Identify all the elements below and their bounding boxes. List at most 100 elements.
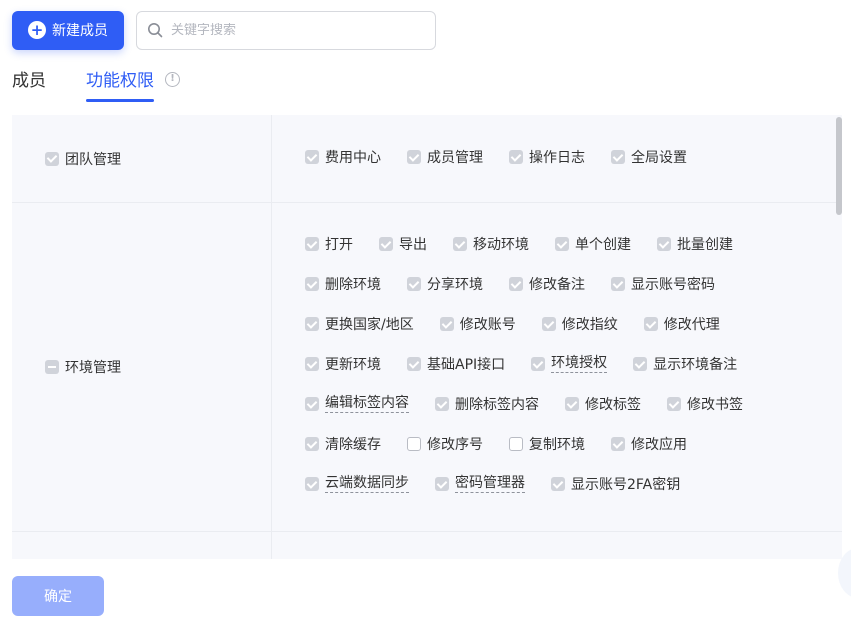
- permission-option[interactable]: 修改账号: [439, 314, 516, 334]
- option-label: 复制环境: [529, 437, 585, 453]
- permission-option[interactable]: 修改应用: [611, 434, 687, 454]
- checkbox[interactable]: [407, 437, 421, 451]
- permission-option[interactable]: 导出: [379, 234, 427, 254]
- checkbox[interactable]: [551, 477, 565, 491]
- scrollbar-thumb[interactable]: [836, 117, 842, 215]
- checkbox[interactable]: [407, 150, 421, 164]
- option-label: 成员管理: [427, 150, 483, 166]
- option-row: 编辑标签内容 删除标签内容 修改标签 修改书签: [305, 384, 822, 424]
- option-row: 打开 导出 移动环境 单个创建 批量创建: [305, 224, 822, 264]
- permission-option[interactable]: 修改书签: [667, 394, 743, 414]
- tab-members[interactable]: 成员: [12, 68, 46, 102]
- checkbox[interactable]: [509, 150, 523, 164]
- permission-option[interactable]: 成员管理: [407, 147, 483, 167]
- option-label: 编辑标签内容: [325, 395, 409, 413]
- checkbox[interactable]: [657, 237, 671, 251]
- permission-option[interactable]: 打开: [305, 234, 353, 254]
- tab-permissions[interactable]: 功能权限: [86, 68, 154, 102]
- permission-option[interactable]: 显示账号密码: [611, 274, 715, 294]
- permission-option[interactable]: 密码管理器: [435, 475, 525, 493]
- option-label: 打开: [325, 237, 353, 253]
- checkbox[interactable]: [439, 317, 454, 331]
- permission-option[interactable]: 显示环境备注: [633, 354, 737, 374]
- permission-option[interactable]: 基础API接口: [407, 354, 505, 374]
- option-row: 更换国家/地区 修改账号 修改指纹 修改代理: [305, 304, 822, 344]
- checkbox[interactable]: [45, 151, 59, 166]
- search-box[interactable]: [136, 10, 436, 50]
- checkbox[interactable]: [379, 237, 393, 251]
- permission-option[interactable]: 清除缓存: [305, 434, 381, 454]
- option-label: 单个创建: [575, 237, 631, 253]
- checkbox[interactable]: [531, 357, 546, 371]
- checkbox[interactable]: [565, 397, 579, 411]
- checkbox[interactable]: [305, 317, 319, 331]
- checkbox[interactable]: [435, 477, 449, 491]
- option-row: 删除环境 分享环境 修改备注 显示账号密码: [305, 264, 822, 304]
- permission-group-team: 团队管理 费用中心 成员管理 操作日志 全局设置: [12, 115, 842, 203]
- checkbox[interactable]: [305, 150, 319, 164]
- search-icon: [148, 23, 163, 38]
- checkbox[interactable]: [611, 437, 625, 451]
- option-row: 清除缓存 修改序号 复制环境 修改应用: [305, 424, 822, 464]
- checkbox[interactable]: [305, 277, 319, 291]
- checkbox[interactable]: [305, 357, 319, 371]
- permission-option[interactable]: 分享环境: [407, 274, 483, 294]
- permission-option[interactable]: 更新环境: [305, 354, 381, 374]
- checkbox[interactable]: [555, 237, 569, 251]
- option-row: 更新环境 基础API接口 环境授权 显示环境备注: [305, 344, 822, 384]
- option-label: 批量创建: [677, 237, 733, 253]
- confirm-button[interactable]: 确定: [12, 576, 104, 616]
- permission-option[interactable]: 环境授权: [531, 355, 608, 373]
- option-label: 分享环境: [427, 277, 483, 293]
- permission-option[interactable]: 全局设置: [611, 147, 687, 167]
- info-icon[interactable]: !: [165, 72, 180, 87]
- checkbox[interactable]: [541, 317, 556, 331]
- permission-option[interactable]: 修改序号: [407, 434, 483, 454]
- checkbox[interactable]: [611, 150, 625, 164]
- checkbox[interactable]: [45, 360, 59, 374]
- permission-group-environment: 环境管理 打开 导出 移动环境 单个创建 批量创建删除环境 分享环境 修改备注 显示账号密码更…: [12, 203, 842, 532]
- permission-option[interactable]: 批量创建: [657, 234, 733, 254]
- permission-option[interactable]: 删除环境: [305, 274, 381, 294]
- checkbox[interactable]: [407, 357, 421, 371]
- checkbox[interactable]: [633, 357, 648, 371]
- checkbox[interactable]: [305, 397, 319, 411]
- checkbox[interactable]: [305, 477, 319, 491]
- permission-option[interactable]: 删除标签内容: [435, 394, 539, 414]
- checkbox[interactable]: [305, 437, 319, 451]
- checkbox[interactable]: [453, 237, 467, 251]
- checkbox[interactable]: [435, 397, 449, 411]
- tab-bar: 成员 功能权限: [12, 68, 154, 102]
- permission-option[interactable]: 移动环境: [453, 234, 529, 254]
- permission-option[interactable]: 修改代理: [643, 314, 720, 334]
- permission-option[interactable]: 修改备注: [509, 274, 585, 294]
- permission-option[interactable]: 修改指纹: [541, 314, 618, 334]
- permission-option[interactable]: 费用中心: [305, 147, 381, 167]
- checkbox[interactable]: [667, 397, 681, 411]
- permission-option[interactable]: 单个创建: [555, 234, 631, 254]
- checkbox[interactable]: [643, 317, 658, 331]
- permission-option[interactable]: 更换国家/地区: [305, 314, 414, 334]
- permission-option[interactable]: 编辑标签内容: [305, 395, 409, 413]
- checkbox[interactable]: [611, 277, 625, 291]
- option-row: 费用中心 成员管理 操作日志 全局设置: [305, 137, 822, 177]
- checkbox[interactable]: [407, 277, 421, 291]
- search-input[interactable]: [171, 22, 425, 38]
- permission-option[interactable]: 云端数据同步: [305, 475, 409, 493]
- option-label: 修改标签: [585, 397, 641, 413]
- group-checkbox-environment[interactable]: 环境管理: [45, 357, 121, 377]
- permission-option[interactable]: 操作日志: [509, 147, 585, 167]
- checkbox[interactable]: [509, 437, 523, 451]
- option-label: 修改应用: [631, 437, 687, 453]
- checkbox[interactable]: [509, 277, 523, 291]
- permission-option[interactable]: 复制环境: [509, 434, 585, 454]
- checkbox[interactable]: [305, 237, 319, 251]
- permission-option[interactable]: 显示账号2FA密钥: [551, 474, 680, 494]
- permissions-panel: 团队管理 费用中心 成员管理 操作日志 全局设置 环境管理 打开 导出 移动环境 单个创建 批…: [12, 115, 842, 559]
- group-checkbox-team[interactable]: 团队管理: [45, 149, 121, 169]
- permission-option[interactable]: 修改标签: [565, 394, 641, 414]
- option-label: 修改书签: [687, 397, 743, 413]
- new-member-button[interactable]: + 新建成员: [12, 10, 124, 50]
- option-label: 移动环境: [473, 237, 529, 253]
- option-label: 清除缓存: [325, 437, 381, 453]
